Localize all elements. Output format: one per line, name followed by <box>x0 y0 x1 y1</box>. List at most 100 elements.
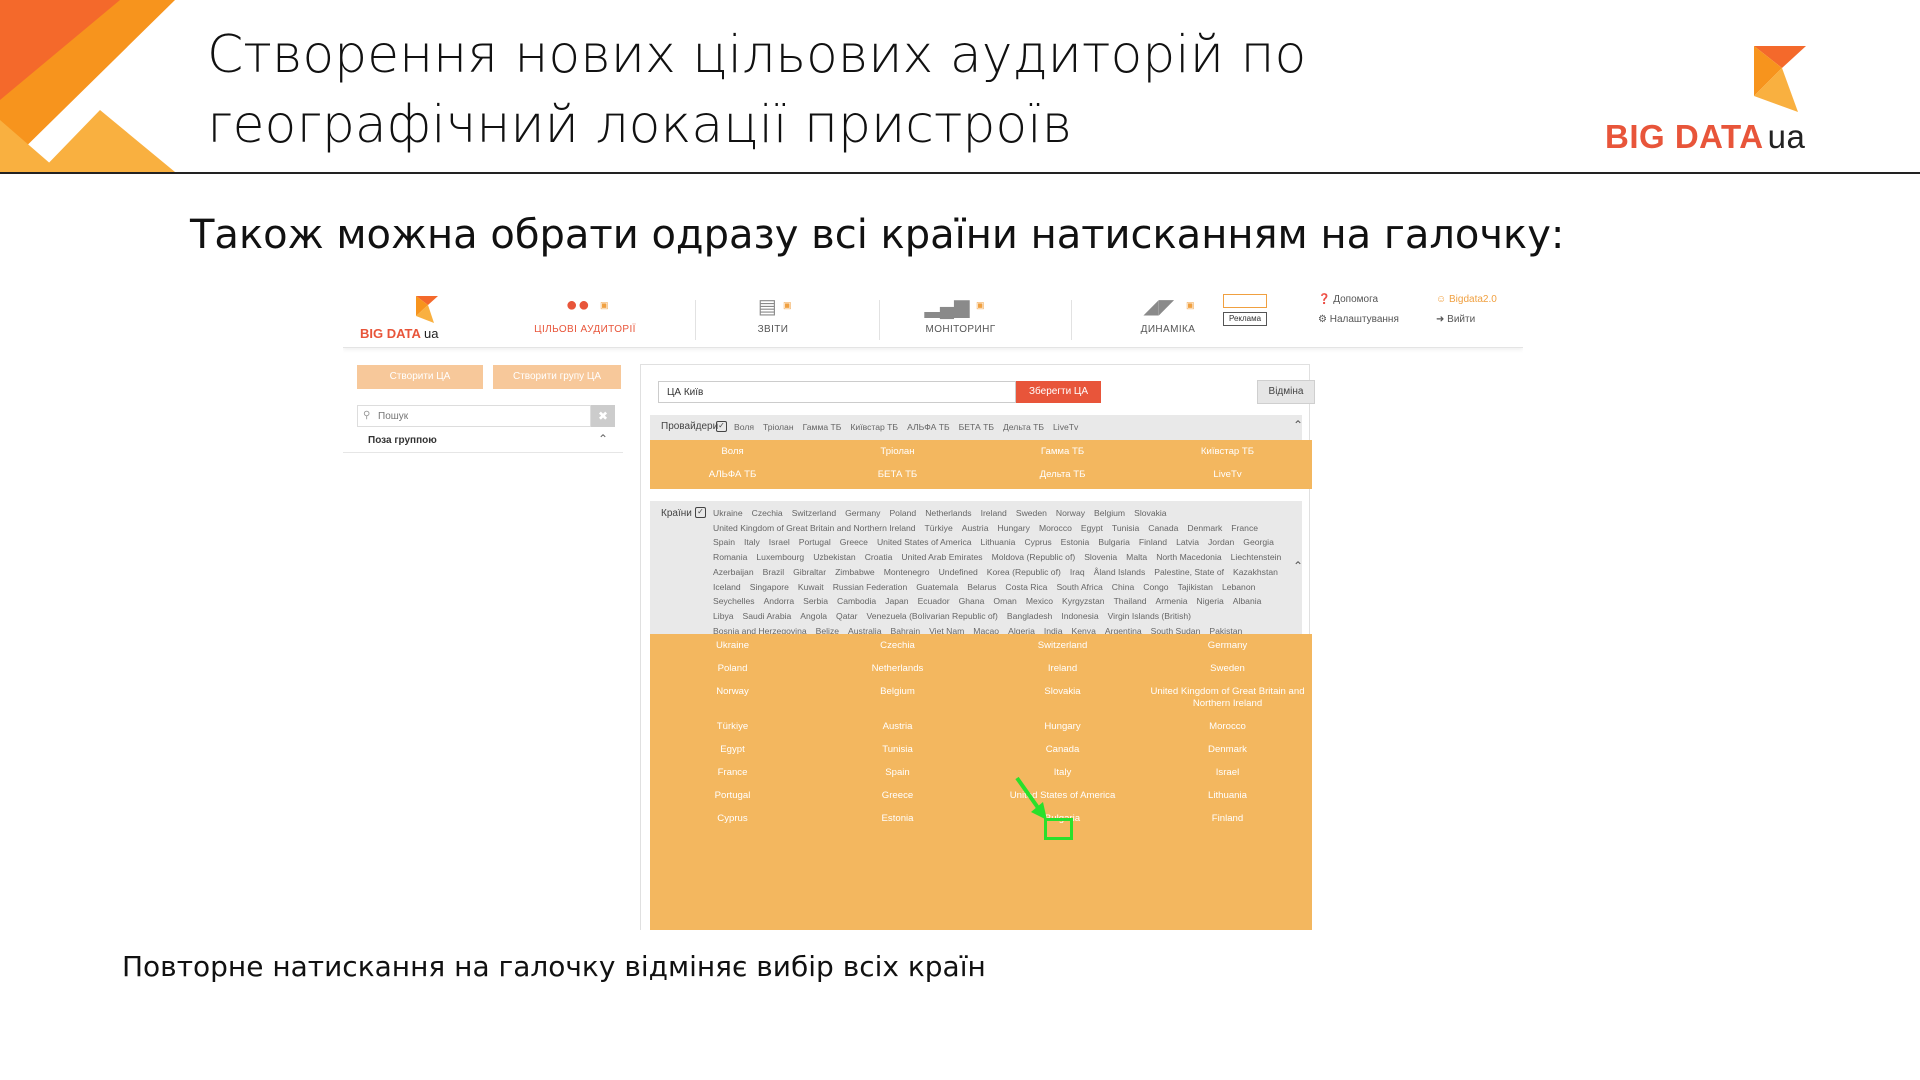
country-chip[interactable]: Undefined <box>939 565 978 580</box>
country-chip[interactable]: Slovakia <box>1134 506 1166 521</box>
ca-name-input[interactable] <box>658 381 1016 403</box>
app-logo[interactable]: BIG DATA ua <box>360 296 470 342</box>
country-chip[interactable]: Switzerland <box>792 506 836 521</box>
create-ca-button[interactable]: Створити ЦА <box>357 365 483 389</box>
provider-chip[interactable]: АЛЬФА ТБ <box>907 420 950 435</box>
country-chip[interactable]: Ireland <box>981 506 1007 521</box>
country-chip[interactable]: Denmark <box>1187 521 1222 536</box>
provider-selected-item[interactable]: Гамма ТБ <box>980 446 1145 458</box>
country-chip[interactable]: Norway <box>1056 506 1085 521</box>
country-selected-item[interactable]: Poland <box>650 663 815 675</box>
country-chip[interactable]: Montenegro <box>884 565 930 580</box>
country-selected-item[interactable]: Belgium <box>815 686 980 698</box>
country-selected-item[interactable]: Austria <box>815 721 980 733</box>
country-chip[interactable]: United States of America <box>877 535 972 550</box>
provider-selected-item[interactable]: LiveTv <box>1145 469 1310 481</box>
country-chip[interactable]: Georgia <box>1243 535 1274 550</box>
country-chip[interactable]: Tunisia <box>1112 521 1139 536</box>
country-chip[interactable]: Seychelles <box>713 594 755 609</box>
country-chip[interactable]: Venezuela (Bolivarian Republic of) <box>867 609 998 624</box>
providers-select-all-checkbox-icon[interactable]: ✓ <box>716 421 727 432</box>
country-chip[interactable]: Qatar <box>836 609 858 624</box>
country-chip[interactable]: Israel <box>769 535 790 550</box>
provider-selected-item[interactable]: Дельта ТБ <box>980 469 1145 481</box>
country-chip[interactable]: Spain <box>713 535 735 550</box>
provider-chip[interactable]: БЕТА ТБ <box>959 420 994 435</box>
nav-monitoring[interactable]: ▂▄▆ ▣ МОНІТОРИНГ <box>908 290 1013 348</box>
country-chip[interactable]: North Macedonia <box>1156 550 1221 565</box>
chevron-up-icon[interactable]: ⌃ <box>1293 559 1303 573</box>
country-chip[interactable]: Indonesia <box>1061 609 1098 624</box>
country-chip[interactable]: Guatemala <box>916 580 958 595</box>
provider-selected-item[interactable]: Воля <box>650 446 815 458</box>
country-chip[interactable]: Germany <box>845 506 880 521</box>
country-chip[interactable]: South Africa <box>1056 580 1102 595</box>
country-chip[interactable]: Costa Rica <box>1005 580 1047 595</box>
country-chip[interactable]: Czechia <box>752 506 783 521</box>
provider-chip[interactable]: LiveTv <box>1053 420 1078 435</box>
country-chip[interactable]: Zimbabwe <box>835 565 875 580</box>
country-selected-item[interactable]: Tunisia <box>815 744 980 756</box>
country-chip[interactable]: Sweden <box>1016 506 1047 521</box>
provider-chip[interactable]: Дельта ТБ <box>1003 420 1044 435</box>
country-chip[interactable]: United Kingdom of Great Britain and Nort… <box>713 521 916 536</box>
country-chip[interactable]: Liechtenstein <box>1231 550 1282 565</box>
country-selected-item[interactable]: Netherlands <box>815 663 980 675</box>
country-selected-item[interactable]: Estonia <box>815 813 980 825</box>
provider-selected-item[interactable]: БЕТА ТБ <box>815 469 980 481</box>
country-chip[interactable]: Netherlands <box>925 506 971 521</box>
countries-select-all-checkbox-icon[interactable]: ✓ <box>695 507 706 518</box>
country-chip[interactable]: Tajikistan <box>1178 580 1213 595</box>
country-chip[interactable]: Palestine, State of <box>1154 565 1224 580</box>
provider-chip[interactable]: Гамма ТБ <box>803 420 842 435</box>
country-chip[interactable]: Iceland <box>713 580 741 595</box>
country-chip[interactable]: Canada <box>1148 521 1178 536</box>
country-chip[interactable]: Austria <box>962 521 989 536</box>
country-selected-item[interactable]: Türkiye <box>650 721 815 733</box>
country-selected-item[interactable]: Switzerland <box>980 640 1145 652</box>
country-chip[interactable]: Kuwait <box>798 580 824 595</box>
country-chip[interactable]: United Arab Emirates <box>901 550 982 565</box>
help-link[interactable]: ❓ Допомога <box>1318 294 1378 305</box>
country-chip[interactable]: Kyrgyzstan <box>1062 594 1105 609</box>
provider-chip[interactable]: Воля <box>734 420 754 435</box>
country-chip[interactable]: Åland Islands <box>1094 565 1146 580</box>
country-chip[interactable]: Bangladesh <box>1007 609 1052 624</box>
country-selected-item[interactable]: Denmark <box>1145 744 1310 756</box>
nav-reports[interactable]: ▤ ▣ ЗВІТИ <box>723 290 823 348</box>
country-chip[interactable]: Finland <box>1139 535 1167 550</box>
country-selected-item[interactable]: Italy <box>980 767 1145 779</box>
country-chip[interactable]: Iraq <box>1070 565 1085 580</box>
search-clear-button[interactable]: ✖ <box>591 405 615 427</box>
country-chip[interactable]: Cambodia <box>837 594 876 609</box>
nav-dynamics[interactable]: ◢◤ ▣ ДИНАМІКА <box>1118 290 1218 348</box>
country-chip[interactable]: Estonia <box>1061 535 1090 550</box>
country-selected-item[interactable]: Finland <box>1145 813 1310 825</box>
country-selected-item[interactable]: Spain <box>815 767 980 779</box>
country-selected-item[interactable]: Germany <box>1145 640 1310 652</box>
provider-chip[interactable]: Київстар ТБ <box>850 420 898 435</box>
create-group-button[interactable]: Створити групу ЦА <box>493 365 621 389</box>
country-chip[interactable]: Armenia <box>1156 594 1188 609</box>
country-chip[interactable]: Poland <box>889 506 916 521</box>
country-selected-item[interactable]: Morocco <box>1145 721 1310 733</box>
country-chip[interactable]: Cyprus <box>1024 535 1051 550</box>
chevron-up-icon[interactable]: ⌃ <box>1293 418 1303 432</box>
country-chip[interactable]: Uzbekistan <box>813 550 856 565</box>
country-chip[interactable]: Moldova (Republic of) <box>992 550 1076 565</box>
country-selected-item[interactable]: Hungary <box>980 721 1145 733</box>
account-link[interactable]: ☺ Bigdata2.0 <box>1436 294 1497 305</box>
search-input[interactable] <box>378 408 548 424</box>
country-chip[interactable]: Libya <box>713 609 734 624</box>
country-chip[interactable]: Ukraine <box>713 506 743 521</box>
country-selected-item[interactable]: Portugal <box>650 790 815 802</box>
country-selected-item[interactable]: Ireland <box>980 663 1145 675</box>
country-selected-item[interactable]: Israel <box>1145 767 1310 779</box>
country-chip[interactable]: Brazil <box>763 565 785 580</box>
country-chip[interactable]: Luxembourg <box>756 550 804 565</box>
country-selected-item[interactable]: Lithuania <box>1145 790 1310 802</box>
country-selected-item[interactable]: Cyprus <box>650 813 815 825</box>
ad-badge[interactable]: Реклама <box>1223 294 1267 328</box>
country-chip[interactable]: Kazakhstan <box>1233 565 1278 580</box>
country-chip[interactable]: Egypt <box>1081 521 1103 536</box>
